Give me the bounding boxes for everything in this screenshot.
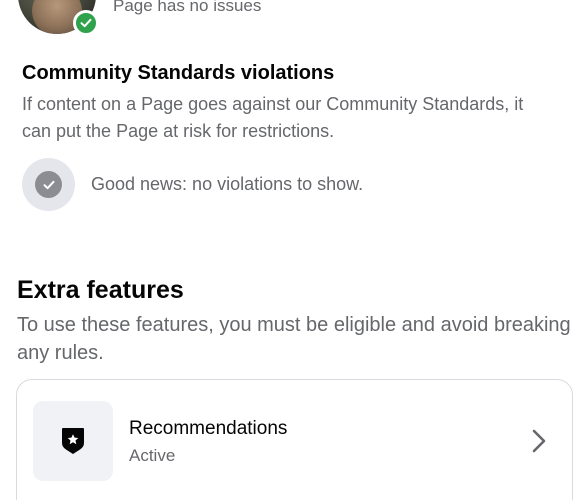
check-badge-icon [73,10,99,36]
shield-star-icon [33,401,113,481]
recommendations-card[interactable]: Recommendations Active [16,379,573,500]
extra-features-description: To use these features, you must be eligi… [17,314,571,364]
chevron-right-icon [532,429,546,453]
no-violations-text: Good news: no violations to show. [91,174,364,194]
community-standards-description: If content on a Page goes against our Co… [22,94,524,141]
no-violations-icon [22,158,75,211]
recommendations-status: Active [129,446,176,465]
extra-features-title: Extra features [17,276,184,304]
page: Page has no issues Community Standards v… [0,0,588,500]
page-status-text: Page has no issues [113,0,262,15]
check-circle-icon [35,171,62,198]
recommendations-label: Recommendations [129,418,288,439]
community-standards-title: Community Standards violations [22,62,335,84]
